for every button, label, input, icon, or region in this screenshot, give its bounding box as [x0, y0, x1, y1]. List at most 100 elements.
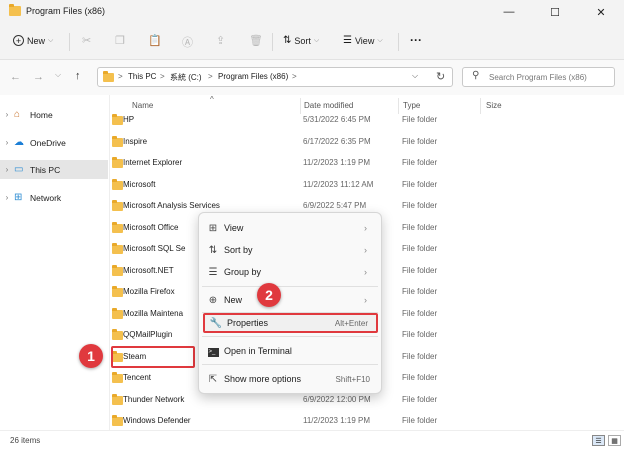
history-chevron-icon[interactable]: ⌵ [55, 70, 61, 80]
back-arrow-icon[interactable]: ← [10, 71, 21, 83]
delete-icon[interactable]: 🗑 [249, 34, 263, 47]
menu-item-open-in-terminal[interactable]: >_ Open in Terminal [202, 340, 378, 362]
menu-item-shortcut: Shift+F10 [335, 374, 370, 384]
sidebar-item-this-pc[interactable]: › ▭ This PC [0, 160, 108, 179]
forward-arrow-icon[interactable]: → [33, 71, 44, 83]
folder-icon [112, 221, 123, 233]
folder-icon [112, 178, 123, 190]
minimize-button[interactable]: — [486, 0, 532, 24]
address-dropdown-icon[interactable]: ⌵ [412, 71, 418, 81]
file-type: File folder [402, 265, 438, 275]
cut-icon[interactable]: ✂ [82, 34, 91, 47]
folder-icon [112, 393, 123, 405]
file-name: Thunder Network [123, 394, 185, 404]
close-button[interactable]: ✕ [578, 0, 624, 24]
breadcrumb-drive-c[interactable]: 系統 (C:) [170, 72, 202, 83]
menu-item-properties[interactable]: 🔧 Properties Alt+Enter [203, 313, 378, 333]
computer-icon: ▭ [14, 164, 24, 175]
menu-divider [202, 364, 378, 365]
file-row[interactable]: Inspire 6/17/2022 6:35 PM File folder [110, 133, 624, 154]
view-button[interactable]: ☰ View ⌵ [343, 35, 383, 46]
chevron-right-icon[interactable]: › [0, 110, 14, 119]
menu-item-new[interactable]: ⊕ New › [202, 289, 378, 311]
file-name: Internet Explorer [123, 158, 183, 167]
menu-item-show-more-options[interactable]: ⇱ Show more options Shift+F10 [202, 368, 378, 390]
maximize-button[interactable]: ☐ [532, 0, 578, 24]
chevron-right-icon[interactable]: › [0, 138, 14, 147]
chevron-right-icon: › [364, 295, 367, 305]
refresh-icon[interactable]: ↻ [436, 70, 445, 83]
menu-item-label: Open in Terminal [224, 346, 292, 356]
network-icon: ⊞ [14, 192, 23, 203]
file-name: Mozilla Maintena [123, 308, 184, 318]
file-row[interactable]: Internet Explorer 11/2/2023 1:19 PM File f… [110, 154, 624, 175]
file-name: Microsoft Office [123, 222, 179, 232]
copy-icon[interactable]: ❐ [115, 34, 125, 47]
file-type: File folder [402, 351, 438, 361]
chevron-down-icon: ⌵ [48, 36, 54, 44]
search-placeholder: Search Program Files (x86) [489, 73, 587, 82]
folder-icon [112, 264, 123, 276]
folder-icon [103, 71, 114, 82]
more-options-button[interactable]: ··· [410, 33, 422, 47]
column-header-name[interactable]: Name [132, 101, 153, 110]
file-type: File folder [402, 222, 438, 232]
sort-label: Sort [294, 35, 311, 46]
sort-button[interactable]: ⇅ Sort ⌵ [283, 35, 319, 46]
file-name: Microsoft SQL Se [123, 244, 186, 253]
column-header-size[interactable]: Size [486, 101, 502, 110]
file-type: File folder [402, 330, 438, 339]
menu-item-label: Properties [227, 318, 269, 328]
folder-icon [112, 329, 123, 340]
file-date-modified: 6/9/2022 5:47 PM [303, 201, 367, 210]
chevron-right-icon[interactable]: › [0, 193, 14, 202]
chevron-right-icon[interactable]: › [0, 165, 14, 174]
home-icon: ⌂ [14, 109, 21, 120]
up-arrow-icon[interactable]: ↑ [75, 70, 81, 82]
folder-icon [112, 200, 123, 211]
menu-item-label: Sort by [224, 245, 253, 255]
file-type: File folder [402, 136, 438, 146]
sidebar-item-label: Home [30, 109, 53, 120]
sort-chevron-icon: ^ [210, 95, 214, 104]
file-row[interactable]: HP 5/31/2022 6:45 PM File folder [110, 111, 624, 132]
file-type: File folder [402, 115, 438, 124]
breadcrumb-this-pc[interactable]: This PC [128, 72, 156, 81]
tiles-view-icon[interactable]: ▦ [608, 435, 621, 446]
group-by-icon: ☰ [208, 266, 218, 278]
file-name: Inspire [123, 136, 148, 146]
sidebar-item-home[interactable]: › ⌂ Home [0, 105, 110, 124]
breadcrumb-separator: > [118, 72, 123, 81]
file-type: File folder [402, 244, 438, 253]
folder-icon [112, 372, 123, 383]
breadcrumb-program-files-x86[interactable]: Program Files (x86) [218, 72, 288, 81]
file-row[interactable]: Microsoft 11/2/2023 11:12 AM File folder [110, 176, 624, 197]
details-view-icon[interactable]: ☰ [592, 435, 605, 446]
breadcrumb-separator: > [208, 72, 213, 81]
sidebar-item-network[interactable]: › ⊞ Network [0, 188, 110, 207]
menu-item-sort-by[interactable]: ⇅ Sort by › [202, 239, 378, 261]
view-label: View [354, 35, 375, 46]
callout-badge-2: 2 [257, 283, 281, 307]
file-name: Microsoft [123, 179, 156, 189]
menu-item-group-by[interactable]: ☰ Group by › [202, 261, 378, 283]
folder-icon [9, 4, 21, 16]
folder-icon [112, 135, 123, 147]
column-header-date-modified[interactable]: Date modified [304, 101, 353, 110]
folder-icon [112, 157, 123, 168]
chevron-right-icon: › [364, 267, 367, 277]
chevron-right-icon: › [364, 245, 367, 255]
item-count: 26 items [10, 436, 41, 445]
chevron-down-icon: ⌵ [313, 36, 320, 44]
rename-icon[interactable]: Ⓐ [182, 34, 193, 50]
paste-icon[interactable]: 📋 [148, 34, 162, 47]
share-icon[interactable]: ⇪ [216, 34, 225, 47]
menu-item-view[interactable]: ⊞ View › [202, 217, 378, 239]
sidebar-item-label: OneDrive [30, 137, 66, 148]
share-icon: ⇱ [208, 373, 218, 385]
file-type: File folder [402, 158, 438, 167]
steam-highlight-box [111, 346, 195, 368]
column-header-type[interactable]: Type [403, 101, 420, 110]
new-button[interactable]: + New ⌵ [13, 35, 53, 46]
sidebar-item-onedrive[interactable]: › ☁ OneDrive [0, 133, 110, 152]
